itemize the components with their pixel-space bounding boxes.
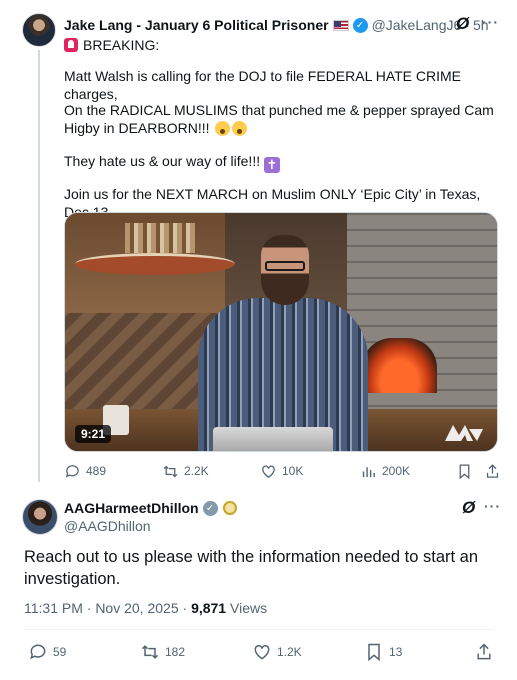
repost-count: 182 (165, 645, 186, 659)
post-line-breaking: BREAKING: (83, 37, 160, 53)
siren-icon (64, 38, 78, 52)
reply-action-bar: 59 182 1.2K 13 (24, 642, 494, 662)
network-logo-icon (445, 425, 483, 441)
views-label: Views (230, 600, 268, 616)
bookmark-button[interactable]: 13 (364, 642, 402, 662)
heart-icon (254, 644, 270, 660)
post-line-3: They hate us & our way of life!!! (64, 153, 261, 169)
post-header: Jake Lang - January 6 Political Prisoner… (64, 15, 504, 35)
post-line-2: On the RADICAL MUSLIMS that punched me &… (64, 102, 494, 136)
like-count: 1.2K (277, 645, 302, 659)
share-button[interactable] (484, 463, 506, 480)
reply-text: Reach out to us please with the informat… (24, 548, 479, 588)
like-button[interactable]: 10K (260, 463, 303, 480)
reply-view-count: 9,871 (191, 600, 227, 616)
author-handle[interactable]: @JakeLangJ6 (372, 17, 462, 33)
original-post: Jake Lang - January 6 Political Prisoner… (0, 0, 517, 488)
reply-header: AAGHarmeetDhillon ✓ (64, 500, 237, 516)
latin-cross-icon: ✝ (264, 157, 280, 173)
speech-bubble-icon (30, 644, 46, 660)
thread-line (38, 50, 40, 482)
astonished-face-icon (232, 121, 248, 136)
reply-post: AAGHarmeetDhillon ✓ @AAGDhillon Ø ··· Re… (0, 488, 517, 680)
like-count: 10K (282, 464, 304, 478)
video-duration: 9:21 (75, 425, 112, 443)
grok-icon[interactable]: Ø (456, 14, 469, 34)
heart-icon (262, 465, 275, 478)
more-dots-icon[interactable]: ··· (482, 14, 499, 30)
post-action-bar: 489 2.2K 10K 200K (64, 461, 504, 481)
glasses (265, 261, 305, 271)
repost-arrows-icon (141, 645, 159, 659)
divider (24, 629, 494, 630)
video-player[interactable]: 9:21 (64, 212, 498, 452)
repost-button[interactable]: 2.2K (162, 463, 209, 480)
more-dots-icon[interactable]: ··· (484, 498, 501, 514)
share-arrow-icon (486, 463, 499, 478)
repost-button[interactable]: 182 (140, 642, 185, 662)
reply-count: 59 (53, 645, 67, 659)
reply-author-name[interactable]: AAGHarmeetDhillon (64, 500, 199, 516)
reply-author-handle[interactable]: @AAGDhillon (64, 518, 151, 534)
share-button[interactable] (474, 642, 499, 662)
bookmark-button[interactable] (456, 463, 478, 480)
bookmark-count: 13 (389, 645, 403, 659)
astonished-face-icon (215, 121, 231, 136)
reply-button[interactable]: 59 (28, 642, 66, 662)
like-button[interactable]: 1.2K (252, 642, 302, 662)
repost-count: 2.2K (184, 464, 209, 478)
post-line-1: Matt Walsh is calling for the DOJ to fil… (64, 68, 462, 102)
author-avatar[interactable] (22, 13, 56, 47)
reply-timestamp[interactable]: 11:31 PM · Nov 20, 2025 · (24, 600, 187, 616)
gray-verified-badge-icon[interactable]: ✓ (202, 500, 218, 516)
share-arrow-icon (477, 643, 491, 660)
laptop (213, 427, 333, 451)
reply-meta: 11:31 PM · Nov 20, 2025 · 9,871 Views (24, 600, 267, 616)
views-button[interactable]: 200K (360, 463, 410, 480)
author-name[interactable]: Jake Lang - January 6 Political Prisoner (64, 17, 329, 33)
speech-bubble-icon (65, 464, 79, 478)
bar-chart-icon (362, 466, 375, 477)
reply-author-avatar[interactable] (22, 499, 58, 535)
bookmark-icon (368, 643, 380, 662)
reply-count: 489 (86, 464, 107, 478)
us-flag-icon (332, 19, 349, 31)
repost-arrows-icon (163, 465, 178, 477)
grok-icon[interactable]: Ø (462, 498, 475, 518)
verified-badge-icon[interactable]: ✓ (352, 17, 368, 33)
reply-button[interactable]: 489 (64, 463, 106, 480)
view-count: 200K (382, 464, 411, 478)
fire-glow (362, 338, 437, 393)
government-seal-icon (222, 501, 237, 515)
canoe-decor (75, 253, 235, 275)
bookmark-icon (459, 463, 470, 479)
